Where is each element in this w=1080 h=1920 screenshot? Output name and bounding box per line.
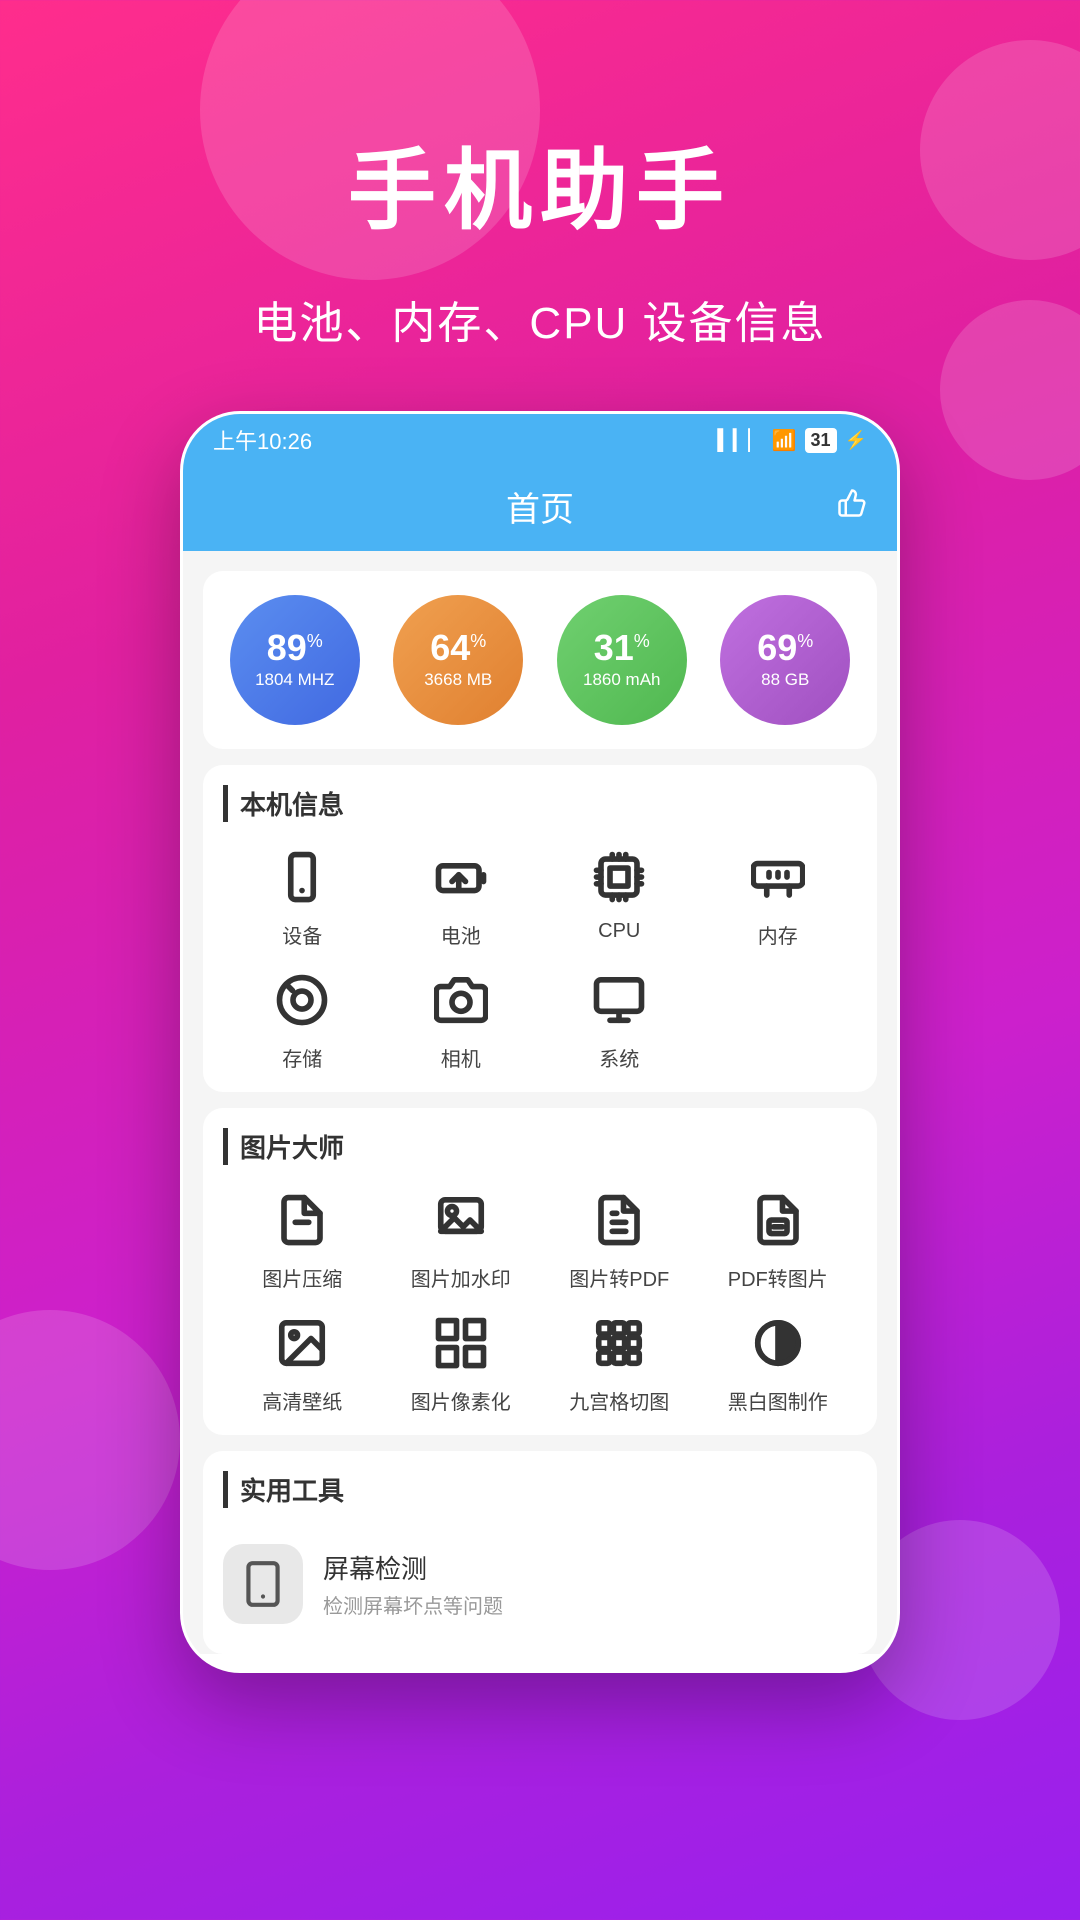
- stat-battery-percent: 31%: [594, 630, 650, 666]
- wallpaper-item[interactable]: 高清壁纸: [223, 1308, 382, 1415]
- storage-icon: [267, 965, 337, 1035]
- img-watermark-label: 图片加水印: [411, 1263, 511, 1292]
- img-pixel-label: 图片像素化: [411, 1386, 511, 1415]
- bg-decoration-4: [0, 1310, 180, 1570]
- cpu-label: CPU: [598, 920, 640, 943]
- device-icon: [267, 842, 337, 912]
- memory-label: 内存: [758, 920, 798, 949]
- camera-icon: [426, 965, 496, 1035]
- img-compress-item[interactable]: 图片压缩: [223, 1185, 382, 1292]
- battery-menu-icon: [426, 842, 496, 912]
- img-compress-label: 图片压缩: [262, 1263, 342, 1292]
- img-watermark-icon: [426, 1185, 496, 1255]
- wifi-icon: 📶: [772, 428, 797, 453]
- section-device-info: 本机信息 设备: [203, 765, 877, 1092]
- storage-label: 存储: [282, 1043, 322, 1072]
- system-item[interactable]: 系统: [540, 965, 699, 1072]
- wallpaper-label: 高清壁纸: [262, 1386, 342, 1415]
- battery-item[interactable]: 电池: [382, 842, 541, 949]
- image-icon-grid: 图片压缩 图片加水印: [223, 1185, 857, 1415]
- signal-icon: ▍▎▏: [717, 428, 763, 453]
- camera-label: 相机: [441, 1043, 481, 1072]
- sub-title: 电池、内存、CPU 设备信息: [0, 287, 1080, 351]
- stat-memory-percent: 64%: [430, 630, 486, 666]
- img-to-pdf-item[interactable]: 图片转PDF: [540, 1185, 699, 1292]
- img-pixel-icon: [426, 1308, 496, 1378]
- battery-icon: ⚡: [845, 430, 867, 451]
- stat-memory[interactable]: 64% 3668 MB: [393, 595, 523, 725]
- cpu-icon: [584, 842, 654, 912]
- stat-battery[interactable]: 31% 1860 mAh: [557, 595, 687, 725]
- header-area: 手机助手 电池、内存、CPU 设备信息: [0, 0, 1080, 411]
- img-to-pdf-label: 图片转PDF: [569, 1263, 669, 1292]
- stat-battery-value: 1860 mAh: [583, 670, 661, 690]
- stat-storage-percent: 69%: [757, 630, 813, 666]
- status-time: 上午10:26: [213, 424, 312, 456]
- screen-detect-sub: 检测屏幕坏点等问题: [323, 1590, 503, 1619]
- nav-bar: 首页: [183, 466, 897, 551]
- stat-storage[interactable]: 69% 88 GB: [720, 595, 850, 725]
- screen-detect-label: 屏幕检测: [323, 1549, 503, 1586]
- screen-detect-text: 屏幕检测 检测屏幕坏点等问题: [323, 1549, 503, 1619]
- section-tools-title: 实用工具: [223, 1471, 857, 1508]
- img-grid-item[interactable]: 九宫格切图: [540, 1308, 699, 1415]
- img-bw-item[interactable]: 黑白图制作: [699, 1308, 858, 1415]
- camera-item[interactable]: 相机: [382, 965, 541, 1072]
- img-to-pdf-icon: [584, 1185, 654, 1255]
- wallpaper-icon: [267, 1308, 337, 1378]
- memory-icon: [743, 842, 813, 912]
- stat-cpu[interactable]: 89% 1804 MHZ: [230, 595, 360, 725]
- pdf-to-img-label: PDF转图片: [728, 1263, 828, 1292]
- like-button[interactable]: [837, 488, 867, 526]
- screen-detect-item[interactable]: 屏幕检测 检测屏幕坏点等问题: [223, 1528, 857, 1634]
- system-icon: [584, 965, 654, 1035]
- battery-level: 31: [805, 428, 837, 453]
- device-item[interactable]: 设备: [223, 842, 382, 949]
- img-bw-icon: [743, 1308, 813, 1378]
- section-image-master: 图片大师 图片压缩: [203, 1108, 877, 1435]
- img-grid-icon: [584, 1308, 654, 1378]
- memory-item[interactable]: 内存: [699, 842, 858, 949]
- device-label: 设备: [282, 920, 322, 949]
- section-tools: 实用工具 屏幕检测 检测屏幕坏点等问题: [203, 1451, 877, 1654]
- phone-content: 89% 1804 MHZ 64% 3668 MB 31% 1860 mAh 69…: [183, 551, 897, 1654]
- img-grid-label: 九宫格切图: [569, 1386, 669, 1415]
- img-watermark-item[interactable]: 图片加水印: [382, 1185, 541, 1292]
- stats-row: 89% 1804 MHZ 64% 3668 MB 31% 1860 mAh 69…: [203, 571, 877, 749]
- section-image-title: 图片大师: [223, 1128, 857, 1165]
- phone-mockup: 上午10:26 ▍▎▏ 📶 31 ⚡ 首页 89% 1804 MHZ: [180, 411, 900, 1673]
- device-icon-grid: 设备 电池: [223, 842, 857, 1072]
- stat-cpu-value: 1804 MHZ: [255, 670, 334, 690]
- img-bw-label: 黑白图制作: [728, 1386, 828, 1415]
- img-pixel-item[interactable]: 图片像素化: [382, 1308, 541, 1415]
- cpu-item[interactable]: CPU: [540, 842, 699, 949]
- status-bar: 上午10:26 ▍▎▏ 📶 31 ⚡: [183, 414, 897, 466]
- nav-title: 首页: [506, 482, 574, 531]
- pdf-to-img-item[interactable]: PDF转图片: [699, 1185, 858, 1292]
- img-compress-icon: [267, 1185, 337, 1255]
- stat-cpu-percent: 89%: [267, 630, 323, 666]
- main-title: 手机助手: [0, 120, 1080, 247]
- screen-detect-icon: [223, 1544, 303, 1624]
- status-right: ▍▎▏ 📶 31 ⚡: [717, 428, 867, 453]
- storage-item[interactable]: 存储: [223, 965, 382, 1072]
- stat-storage-value: 88 GB: [761, 670, 809, 690]
- battery-label: 电池: [441, 920, 481, 949]
- section-device-title: 本机信息: [223, 785, 857, 822]
- pdf-to-img-icon: [743, 1185, 813, 1255]
- stat-memory-value: 3668 MB: [424, 670, 492, 690]
- system-label: 系统: [599, 1043, 639, 1072]
